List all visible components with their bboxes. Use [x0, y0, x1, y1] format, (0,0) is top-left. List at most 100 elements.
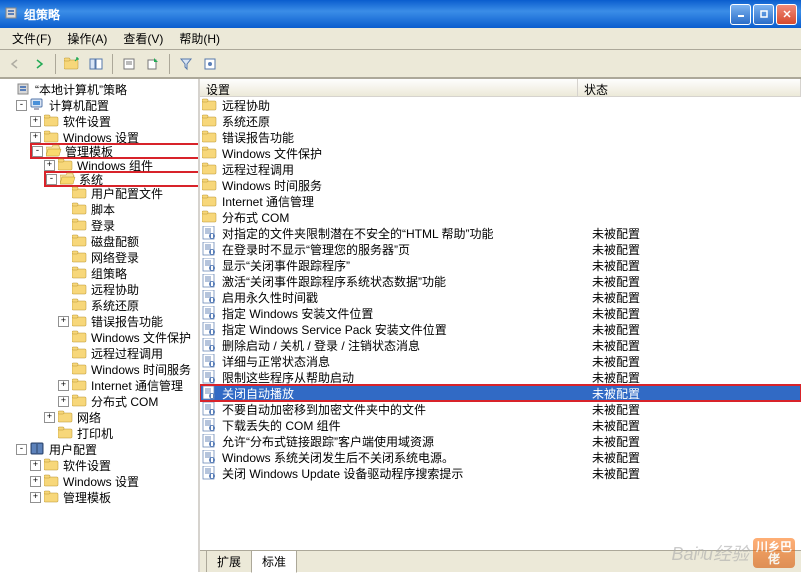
col-status[interactable]: 状态 — [578, 79, 801, 96]
menu-action[interactable]: 操作(A) — [59, 28, 115, 49]
up-button[interactable] — [61, 53, 83, 75]
list-row[interactable]: 限制这些程序从帮助启动未被配置 — [200, 369, 801, 385]
tree-uc-admin[interactable]: +管理模板 — [30, 489, 198, 505]
list-row[interactable]: 在登录时不显示“管理您的服务器”页未被配置 — [200, 241, 801, 257]
folder-icon — [202, 146, 218, 160]
title-bar: 组策略 — [0, 0, 801, 28]
forward-button[interactable] — [28, 53, 50, 75]
list-item-name: 分布式 COM — [222, 209, 592, 226]
list-row[interactable]: 系统还原 — [200, 113, 801, 129]
tab-extended[interactable]: 扩展 — [206, 550, 252, 572]
policy-icon — [202, 370, 218, 384]
list-row[interactable]: 关闭 Windows Update 设备驱动程序搜索提示未被配置 — [200, 465, 801, 481]
list-item-name: 指定 Windows 安装文件位置 — [222, 305, 592, 322]
tree-pane[interactable]: “本地计算机”策略 -计算机配置 +软件设置 +Windows 设置 -管理模板… — [0, 79, 200, 572]
policy-icon — [202, 258, 218, 272]
tree-wfp[interactable]: Windows 文件保护 — [58, 329, 198, 345]
list-row[interactable]: 启用永久性时间戳未被配置 — [200, 289, 801, 305]
tree-gpo[interactable]: 组策略 — [58, 265, 198, 281]
tree-printers[interactable]: 打印机 — [44, 425, 198, 441]
list-row[interactable]: 对指定的文件夹限制潜在不安全的“HTML 帮助”功能未被配置 — [200, 225, 801, 241]
list-row[interactable]: 分布式 COM — [200, 209, 801, 225]
list-item-status: 未被配置 — [592, 337, 801, 354]
folder-icon — [202, 210, 218, 224]
list-row[interactable]: 允许“分布式链接跟踪”客户端使用域资源未被配置 — [200, 433, 801, 449]
tree-remote-assist[interactable]: 远程协助 — [58, 281, 198, 297]
tree-network[interactable]: +网络 — [44, 409, 198, 425]
list-row[interactable]: 显示“关闭事件跟踪程序”未被配置 — [200, 257, 801, 273]
close-button[interactable] — [776, 4, 797, 25]
filter-button[interactable] — [175, 53, 197, 75]
window-title: 组策略 — [24, 6, 730, 23]
show-hide-tree-button[interactable] — [85, 53, 107, 75]
list-item-name: 系统还原 — [222, 113, 592, 130]
list-row[interactable]: 详细与正常状态消息未被配置 — [200, 353, 801, 369]
list-item-name: 启用永久性时间戳 — [222, 289, 592, 306]
tree-disk-quota[interactable]: 磁盘配额 — [58, 233, 198, 249]
folder-icon — [202, 178, 218, 192]
tree-login[interactable]: 登录 — [58, 217, 198, 233]
export-button[interactable] — [142, 53, 164, 75]
tree-error-report[interactable]: +错误报告功能 — [58, 313, 198, 329]
tabs: 扩展 标准 — [200, 550, 801, 572]
maximize-button[interactable] — [753, 4, 774, 25]
list-row[interactable]: 激活“关闭事件跟踪程序系统状态数据”功能未被配置 — [200, 273, 801, 289]
policy-icon — [202, 402, 218, 416]
tree-user-config[interactable]: -用户配置 — [16, 441, 198, 457]
list-item-name: Windows 文件保护 — [222, 145, 592, 162]
list-item-status: 未被配置 — [592, 369, 801, 386]
menu-file[interactable]: 文件(F) — [4, 28, 59, 49]
tree-system-restore[interactable]: 系统还原 — [58, 297, 198, 313]
list-row[interactable]: Windows 时间服务 — [200, 177, 801, 193]
policy-icon — [202, 274, 218, 288]
list-row[interactable]: 关闭自动播放未被配置 — [200, 385, 801, 401]
col-setting[interactable]: 设置 — [200, 79, 578, 96]
tree-user-profile[interactable]: 用户配置文件 — [58, 185, 198, 201]
tree-uc-windows[interactable]: +Windows 设置 — [30, 473, 198, 489]
menu-bar: 文件(F) 操作(A) 查看(V) 帮助(H) — [0, 28, 801, 50]
list-row[interactable]: 错误报告功能 — [200, 129, 801, 145]
list-item-name: 删除启动 / 关机 / 登录 / 注销状态消息 — [222, 337, 592, 354]
properties-button[interactable] — [118, 53, 140, 75]
policy-icon — [202, 386, 218, 400]
list-row[interactable]: 远程协助 — [200, 97, 801, 113]
minimize-button[interactable] — [730, 4, 751, 25]
list-row[interactable]: 删除启动 / 关机 / 登录 / 注销状态消息未被配置 — [200, 337, 801, 353]
tab-standard[interactable]: 标准 — [251, 550, 297, 573]
template-button[interactable] — [199, 53, 221, 75]
list-item-status: 未被配置 — [592, 241, 801, 258]
list-row[interactable]: 不要自动加密移到加密文件夹中的文件未被配置 — [200, 401, 801, 417]
tree-software-settings[interactable]: +软件设置 — [30, 113, 198, 129]
list-item-status: 未被配置 — [592, 449, 801, 466]
list-item-name: Internet 通信管理 — [222, 193, 592, 210]
tree-computer-config[interactable]: -计算机配置 — [16, 97, 198, 113]
list-item-name: 关闭自动播放 — [222, 385, 592, 402]
tree-root[interactable]: “本地计算机”策略 — [2, 81, 198, 97]
tree-time-service[interactable]: Windows 时间服务 — [58, 361, 198, 377]
tree-dcom[interactable]: +分布式 COM — [58, 393, 198, 409]
list-item-status: 未被配置 — [592, 257, 801, 274]
list-row[interactable]: Windows 文件保护 — [200, 145, 801, 161]
list-header: 设置 状态 — [200, 79, 801, 97]
list-body[interactable]: 远程协助系统还原错误报告功能Windows 文件保护远程过程调用Windows … — [200, 97, 801, 550]
list-item-name: 下载丢失的 COM 组件 — [222, 417, 592, 434]
tree-uc-software[interactable]: +软件设置 — [30, 457, 198, 473]
tree-internet-comm[interactable]: +Internet 通信管理 — [58, 377, 198, 393]
menu-help[interactable]: 帮助(H) — [171, 28, 228, 49]
list-row[interactable]: 指定 Windows 安装文件位置未被配置 — [200, 305, 801, 321]
list-row[interactable]: 下载丢失的 COM 组件未被配置 — [200, 417, 801, 433]
tree-rpc[interactable]: 远程过程调用 — [58, 345, 198, 361]
tree-scripts[interactable]: 脚本 — [58, 201, 198, 217]
folder-icon — [202, 162, 218, 176]
list-row[interactable]: 指定 Windows Service Pack 安装文件位置未被配置 — [200, 321, 801, 337]
folder-icon — [202, 194, 218, 208]
policy-icon — [202, 322, 218, 336]
tree-net-login[interactable]: 网络登录 — [58, 249, 198, 265]
folder-icon — [202, 114, 218, 128]
list-item-status: 未被配置 — [592, 401, 801, 418]
menu-view[interactable]: 查看(V) — [115, 28, 171, 49]
list-row[interactable]: Windows 系统关闭发生后不关闭系统电源。未被配置 — [200, 449, 801, 465]
list-row[interactable]: 远程过程调用 — [200, 161, 801, 177]
list-row[interactable]: Internet 通信管理 — [200, 193, 801, 209]
list-item-name: 显示“关闭事件跟踪程序” — [222, 257, 592, 274]
